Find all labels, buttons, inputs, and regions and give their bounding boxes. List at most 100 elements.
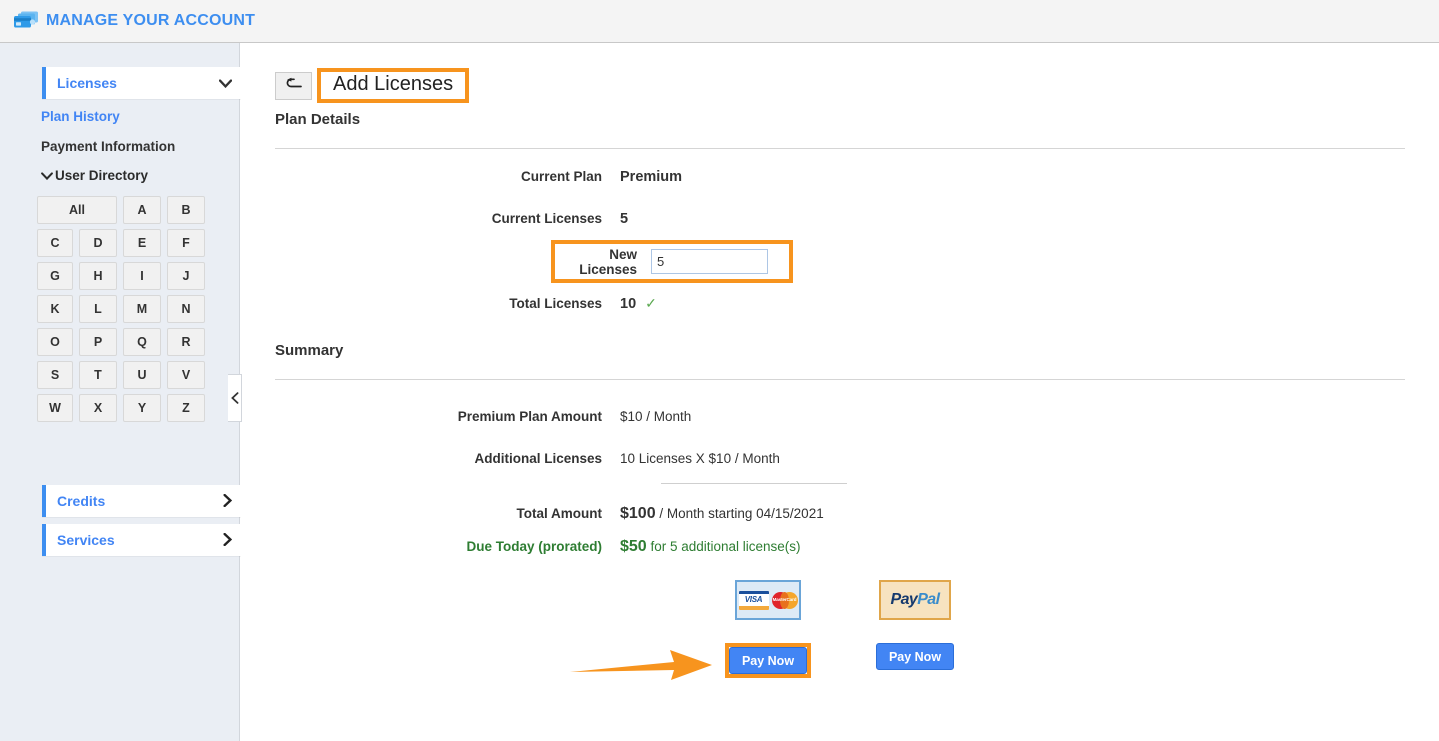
row-total-licenses: Total Licenses 10 ✓ <box>275 295 657 312</box>
current-licenses-value: 5 <box>620 211 628 227</box>
alphabet-filter-a[interactable]: A <box>123 196 161 224</box>
summary-divider <box>275 379 1405 380</box>
alphabet-filter-k[interactable]: K <box>37 295 73 323</box>
new-licenses-label: New Licenses <box>555 247 651 277</box>
total-licenses-value: 10 <box>620 296 636 312</box>
alphabet-filter-m[interactable]: M <box>123 295 161 323</box>
total-amount-suffix: / Month starting 04/15/2021 <box>656 506 824 521</box>
mastercard-icon: MasterCard <box>772 592 798 609</box>
row-current-licenses: Current Licenses 5 <box>275 211 628 227</box>
sidebar-item-licenses-label: Licenses <box>57 75 219 91</box>
credit-cards-icon <box>12 10 40 32</box>
chevron-down-icon <box>219 77 232 90</box>
alphabet-filter-i[interactable]: I <box>123 262 161 290</box>
alphabet-filter-v[interactable]: V <box>167 361 205 389</box>
plan-details-heading: Plan Details <box>275 111 360 128</box>
sidebar: Licenses Plan History Payment Informatio… <box>0 43 240 741</box>
visa-mastercard-icon: VISA MasterCard <box>735 580 801 620</box>
app-header: MANAGE YOUR ACCOUNT <box>0 0 1439 43</box>
sidebar-item-user-directory-label: User Directory <box>55 168 148 183</box>
alphabet-filter-l[interactable]: L <box>79 295 117 323</box>
payment-option-card: VISA MasterCard Pay Now <box>725 580 811 678</box>
alphabet-filter-e[interactable]: E <box>123 229 161 257</box>
alphabet-filter-y[interactable]: Y <box>123 394 161 422</box>
alphabet-filter-t[interactable]: T <box>79 361 117 389</box>
paypal-icon: PayPal <box>879 580 951 620</box>
paypal-label-pay: Pay <box>891 591 918 608</box>
pay-now-card-button[interactable]: Pay Now <box>729 647 807 674</box>
row-additional-licenses: Additional Licenses 10 Licenses X $10 / … <box>275 451 780 466</box>
sidebar-item-payment-information[interactable]: Payment Information <box>41 139 175 154</box>
alphabet-filter-n[interactable]: N <box>167 295 205 323</box>
page-title: Add Licenses <box>333 73 453 95</box>
alphabet-filter-p[interactable]: P <box>79 328 117 356</box>
back-button[interactable] <box>275 72 312 100</box>
pay-now-paypal-wrap: Pay Now <box>876 643 954 670</box>
total-amount-label: Total Amount <box>275 506 620 521</box>
current-plan-label: Current Plan <box>275 169 620 184</box>
sidebar-item-licenses[interactable]: Licenses <box>42 67 242 99</box>
row-premium-plan-amount: Premium Plan Amount $10 / Month <box>275 409 691 424</box>
alphabet-filter-f[interactable]: F <box>167 229 205 257</box>
payment-option-paypal: PayPal Pay Now <box>876 580 954 670</box>
total-amount-number: $100 <box>620 505 656 522</box>
due-today-suffix: for 5 additional license(s) <box>647 539 801 554</box>
alphabet-filter-s[interactable]: S <box>37 361 73 389</box>
app-title: MANAGE YOUR ACCOUNT <box>46 12 255 30</box>
summary-subtotal-divider <box>661 483 847 484</box>
due-today-label: Due Today (prorated) <box>275 539 620 554</box>
row-total-amount: Total Amount $100 / Month starting 04/15… <box>275 505 824 523</box>
sidebar-item-services[interactable]: Services <box>42 524 242 556</box>
additional-licenses-label: Additional Licenses <box>275 451 620 466</box>
user-directory-alphabet-filter: AllAB CDEF GHIJ KLMN OPQR STUV WXYZ <box>37 196 205 422</box>
current-plan-value: Premium <box>620 169 682 185</box>
additional-licenses-value: 10 Licenses X $10 / Month <box>620 451 780 466</box>
alphabet-filter-all[interactable]: All <box>37 196 117 224</box>
total-licenses-label: Total Licenses <box>275 296 620 311</box>
total-amount-value: $100 / Month starting 04/15/2021 <box>620 505 824 523</box>
alphabet-filter-d[interactable]: D <box>79 229 117 257</box>
alphabet-filter-z[interactable]: Z <box>167 394 205 422</box>
paypal-label-pal: Pal <box>917 591 939 608</box>
current-licenses-label: Current Licenses <box>275 211 620 226</box>
chevron-right-icon <box>223 533 232 548</box>
premium-plan-amount-value: $10 / Month <box>620 409 691 424</box>
premium-plan-amount-label: Premium Plan Amount <box>275 409 620 424</box>
alphabet-filter-j[interactable]: J <box>167 262 205 290</box>
alphabet-filter-b[interactable]: B <box>167 196 205 224</box>
alphabet-filter-o[interactable]: O <box>37 328 73 356</box>
orange-pointer-arrow-icon <box>570 648 712 682</box>
alphabet-filter-g[interactable]: G <box>37 262 73 290</box>
alphabet-filter-w[interactable]: W <box>37 394 73 422</box>
plan-details-divider <box>275 148 1405 149</box>
summary-heading: Summary <box>275 342 343 359</box>
alphabet-filter-h[interactable]: H <box>79 262 117 290</box>
alphabet-filter-x[interactable]: X <box>79 394 117 422</box>
sidebar-item-plan-history[interactable]: Plan History <box>41 109 120 124</box>
visa-label: VISA <box>739 595 769 604</box>
new-licenses-highlight: New Licenses <box>551 240 793 283</box>
alphabet-filter-q[interactable]: Q <box>123 328 161 356</box>
main-content: Add Licenses Plan Details Current Plan P… <box>241 43 1439 741</box>
row-current-plan: Current Plan Premium <box>275 169 682 185</box>
new-licenses-input[interactable] <box>651 249 768 274</box>
due-today-number: $50 <box>620 538 647 555</box>
chevron-right-icon <box>223 494 232 509</box>
alphabet-filter-c[interactable]: C <box>37 229 73 257</box>
sidebar-item-services-label: Services <box>57 532 223 548</box>
pay-now-paypal-button[interactable]: Pay Now <box>876 643 954 670</box>
due-today-value: $50 for 5 additional license(s) <box>620 538 801 556</box>
back-arrow-icon <box>285 77 302 94</box>
row-due-today: Due Today (prorated) $50 for 5 additiona… <box>275 538 801 556</box>
pay-now-card-highlight: Pay Now <box>725 643 811 678</box>
alphabet-filter-r[interactable]: R <box>167 328 205 356</box>
sidebar-item-credits[interactable]: Credits <box>42 485 242 517</box>
chevron-down-icon <box>41 169 53 183</box>
visa-icon: VISA <box>739 591 769 610</box>
collapse-sidebar-handle[interactable] <box>228 374 242 422</box>
page-title-highlight: Add Licenses <box>317 68 469 103</box>
sidebar-item-credits-label: Credits <box>57 493 223 509</box>
alphabet-filter-u[interactable]: U <box>123 361 161 389</box>
sidebar-item-user-directory[interactable]: User Directory <box>41 168 148 183</box>
app-root: MANAGE YOUR ACCOUNT Licenses Plan Histor… <box>0 0 1439 741</box>
